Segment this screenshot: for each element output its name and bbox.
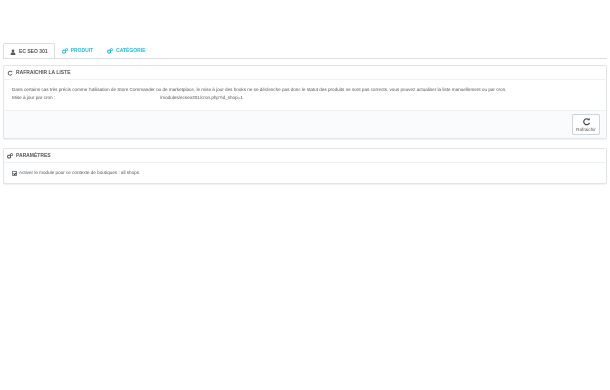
tab-label: PRODUIT: [70, 48, 94, 54]
refresh-button-label: Rafraichir: [576, 127, 596, 132]
cron-url: /modules/ecseo301/cron.php?id_shop=1: [160, 95, 243, 100]
activate-module-checkbox[interactable]: [12, 170, 17, 176]
user-icon: [10, 48, 16, 55]
tab-bar: EC SEO 301 PRODUIT CATÉGORIE: [3, 43, 153, 59]
panel-body: Dans certains cas très précis comme l'ut…: [4, 80, 606, 106]
panel-title: PARAMÈTRES: [16, 152, 51, 159]
tab-categorie[interactable]: CATÉGORIE: [100, 43, 152, 58]
cogs-icon: [61, 48, 68, 54]
refresh-panel: RAFRAICHIR LA LISTE Dans certains cas tr…: [3, 65, 607, 139]
panel-title: RAFRAICHIR LA LISTE: [16, 69, 71, 76]
tab-ec-seo-301[interactable]: EC SEO 301: [3, 43, 55, 59]
tab-label: EC SEO 301: [19, 48, 48, 55]
panel-heading: RAFRAICHIR LA LISTE: [4, 66, 606, 80]
cron-label: Mise à jour par cron :: [12, 95, 56, 100]
description-text: Dans certains cas très précis comme l'ut…: [12, 87, 507, 92]
panel-heading: PARAMÈTRES: [4, 149, 606, 163]
tab-produit[interactable]: PRODUIT: [55, 43, 101, 58]
refresh-icon: [7, 70, 13, 76]
params-panel: PARAMÈTRES Activer le module pour ce con…: [3, 148, 607, 184]
tab-divider: [3, 58, 607, 59]
activate-module-row: Activer le module pour ce contexte de bo…: [12, 169, 598, 177]
refresh-icon: [582, 117, 590, 126]
refresh-button[interactable]: Rafraichir: [572, 114, 600, 135]
panel-footer: Rafraichir: [4, 110, 606, 138]
cogs-icon: [107, 48, 114, 54]
cron-row: Mise à jour par cron : /modules/ecseo301…: [12, 94, 598, 102]
tab-label: CATÉGORIE: [116, 48, 146, 54]
panel-body: Activer le module pour ce contexte de bo…: [4, 163, 606, 181]
cogs-icon: [7, 152, 13, 159]
checkbox-label[interactable]: Activer le module pour ce contexte de bo…: [19, 169, 140, 177]
